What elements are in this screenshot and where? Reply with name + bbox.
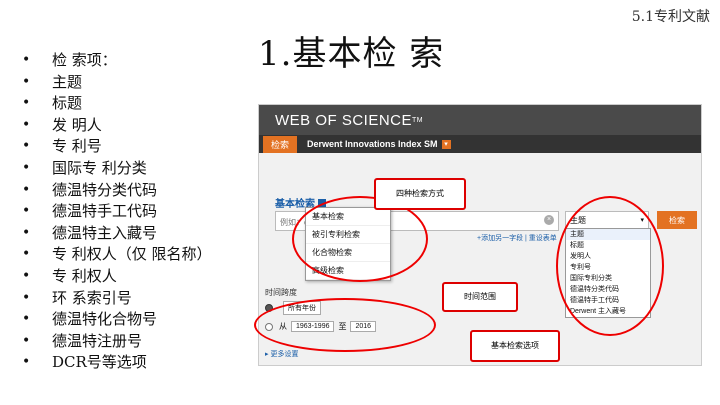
bullet-item: 德温特手工代码 xyxy=(22,201,212,223)
more-settings-link[interactable]: ▸ 更多设置 xyxy=(265,349,298,359)
timespan-label: 时间跨度 xyxy=(265,288,297,297)
bullet-item: 检 索项： xyxy=(22,50,212,72)
bullet-item: DCR号等选项 xyxy=(22,352,212,374)
bullet-item: 德温特分类代码 xyxy=(22,180,212,202)
bullet-item: 专 利号 xyxy=(22,136,212,158)
slide-title: 1.基本检 索 xyxy=(258,34,445,74)
timespan-highlight xyxy=(254,298,436,352)
clear-icon[interactable]: × xyxy=(544,215,554,225)
form-links[interactable]: +添加另一字段 | 重设表单 xyxy=(477,233,557,243)
search-button[interactable]: 检索 xyxy=(657,211,697,229)
wos-tabbar: 检索 Derwent Innovations Index SM ▾ xyxy=(259,135,701,153)
bullet-item: 国际专 利分类 xyxy=(22,158,212,180)
wos-logo: WEB OF SCIENCE TM xyxy=(259,105,701,135)
callout-timespan: 时间范围 xyxy=(442,282,518,312)
bullet-item: 标题 xyxy=(22,93,212,115)
section-label: 5.1专利文献 xyxy=(631,9,710,25)
bullet-item: 发 明人 xyxy=(22,115,212,137)
callout-options: 基本检索选项 xyxy=(470,330,560,362)
bullet-item: 德温特注册号 xyxy=(22,331,212,353)
tab-search[interactable]: 检索 xyxy=(263,135,298,153)
bullet-item: 环 系索引号 xyxy=(22,288,212,310)
bullet-item: 德温特化合物号 xyxy=(22,309,212,331)
search-field-list: 检 索项： 主题 标题 发 明人 专 利号 国际专 利分类 德温特分类代码 德温… xyxy=(22,50,212,374)
bullet-item: 专 利权人 xyxy=(22,266,212,288)
callout-modes: 四种检索方式 xyxy=(374,178,466,210)
options-highlight xyxy=(556,196,664,336)
bullet-item: 德温特主入藏号 xyxy=(22,223,212,245)
bullet-item: 主题 xyxy=(22,72,212,94)
chevron-down-icon[interactable]: ▾ xyxy=(441,139,451,149)
bullet-item: 专 利权人（仅 限名称） xyxy=(22,244,212,266)
database-selector[interactable]: Derwent Innovations Index SM xyxy=(297,139,438,149)
